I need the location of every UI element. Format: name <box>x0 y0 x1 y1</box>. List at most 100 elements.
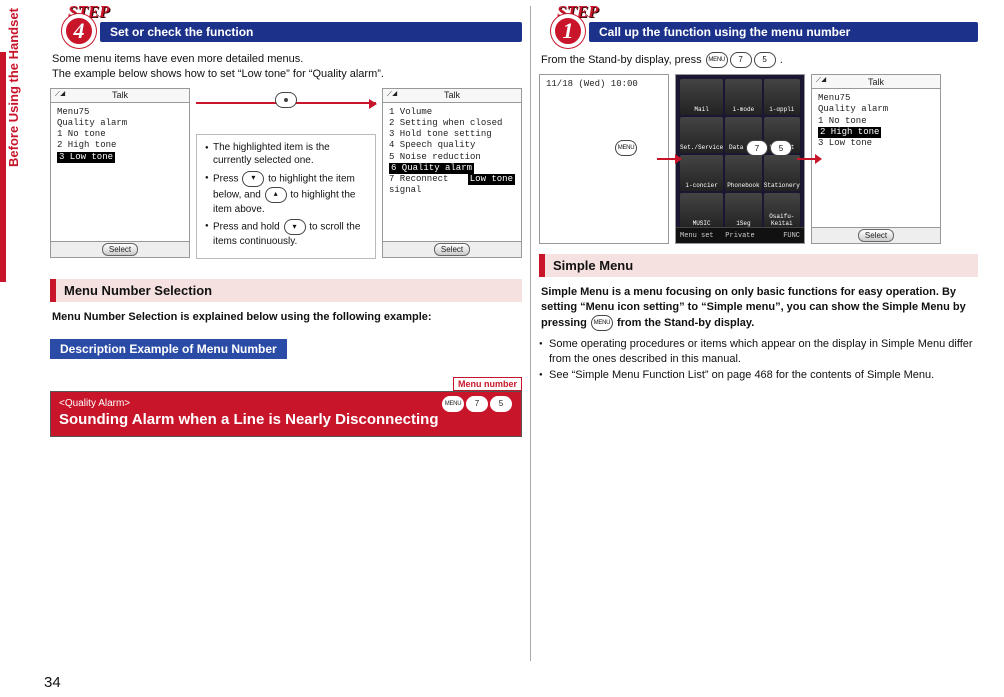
menu-key-icon: MENU <box>706 52 728 68</box>
three-screens: 11/18 (Wed) 10:00 Mail i-mode i-αppli Se… <box>539 74 978 244</box>
phone-a-lines: Menu75 Quality alarm 1 No tone 2 High to… <box>51 103 189 167</box>
phone-screen-b: ⟋◢ Talk 1 Volume 2 Setting when closed 3… <box>382 88 522 258</box>
middle-area: The highlighted item is the currently se… <box>196 88 376 269</box>
menu-bottom-bar: Menu set Private FUNC <box>676 227 804 243</box>
phone-b-talk: Talk <box>444 90 460 100</box>
phone-a-botbar: Select <box>51 241 189 257</box>
card-keys: MENU75 <box>441 396 513 412</box>
menu-stationery: Stationery <box>764 155 800 191</box>
key-7: 7 <box>466 396 488 412</box>
step-title: Call up the function using the menu numb… <box>599 25 850 39</box>
center-key-icon <box>275 92 297 108</box>
key-5: 5 <box>754 52 776 68</box>
key-7: 7 <box>730 52 752 68</box>
menu-setservice: Set./Service <box>680 117 723 153</box>
arrow-1: MENU <box>657 154 682 164</box>
note-box: The highlighted item is the currently se… <box>196 134 376 259</box>
step-title-bar: Call up the function using the menu numb… <box>589 22 978 42</box>
menu-key-icon: MENU <box>591 315 613 331</box>
select-button: Select <box>102 243 138 256</box>
select-button: Select <box>434 243 470 256</box>
note-2: Press ▾ to highlight the item below, and… <box>205 171 367 217</box>
result-lines: Menu75 Quality alarm 1 No tone 2 High to… <box>812 89 940 153</box>
side-tab-text: Before Using the Handset <box>6 8 21 167</box>
key-5: 5 <box>490 396 512 412</box>
step-title: Set or check the function <box>110 25 253 39</box>
result-botbar: Select <box>812 227 940 243</box>
note-3: Press and hold ▾ to scroll the items con… <box>205 219 367 249</box>
card-title: Sounding Alarm when a Line is Nearly Dis… <box>59 411 513 428</box>
menu-iconcier: i-concier <box>680 155 723 191</box>
main-menu-screen: Mail i-mode i-αppli Set./Service Data bo… <box>675 74 805 244</box>
standby-screen: 11/18 (Wed) 10:00 <box>539 74 669 244</box>
down-key-icon: ▾ <box>242 171 264 187</box>
right-column: STEP 1 Call up the function using the me… <box>533 0 984 667</box>
pb-i2: 3 Hold tone setting <box>389 129 515 140</box>
key-5: 5 <box>770 140 792 156</box>
signal-icon: ⟋◢ <box>387 91 398 99</box>
menu-number-block: Menu number MENU75 <Quality Alarm> Sound… <box>50 377 522 437</box>
intro-line-2: The example below shows how to set “Low … <box>52 67 520 82</box>
note-1: The highlighted item is the currently se… <box>205 141 367 168</box>
phone-a-opt3: 3 Low tone <box>57 152 183 163</box>
simple-menu-para: Simple Menu is a menu focusing on only b… <box>541 285 976 331</box>
step-title-bar: Set or check the function <box>100 22 522 42</box>
menu-number-selection-head: Menu Number Selection <box>50 279 522 302</box>
left-column: STEP 4 Set or check the function Some me… <box>44 0 528 667</box>
menu-key-icon: MENU <box>442 396 464 412</box>
bullet-2: See “Simple Menu Function List” on page … <box>539 368 978 383</box>
pb-i1: 2 Setting when closed <box>389 118 515 129</box>
mns-line: Menu Number Selection is explained below… <box>52 310 520 325</box>
pb-i4: 5 Noise reduction <box>389 152 515 163</box>
phone-a-talk: Talk <box>112 90 128 100</box>
phone-b-lines: 1 Volume 2 Setting when closed 3 Hold to… <box>383 103 521 201</box>
page-number: 34 <box>44 674 61 691</box>
phone-screen-a: ⟋◢ Talk Menu75 Quality alarm 1 No tone 2… <box>50 88 190 258</box>
menu-iappli: i-αppli <box>764 79 800 115</box>
phone-a-topbar: ⟋◢ Talk <box>51 89 189 103</box>
result-topbar: ⟋◢ Talk <box>812 75 940 89</box>
menu-number-tag: Menu number <box>453 377 522 391</box>
signal-icon: ⟋◢ <box>55 91 66 99</box>
quality-alarm-card: MENU75 <Quality Alarm> Sounding Alarm wh… <box>50 391 522 437</box>
simple-menu-head: Simple Menu <box>539 254 978 277</box>
phone-a-l1: Menu75 <box>57 107 183 118</box>
phone-a-opt2: 2 High tone <box>57 140 183 151</box>
key-7: 7 <box>746 140 768 156</box>
pb-i0: 1 Volume <box>389 107 515 118</box>
phone-b-topbar: ⟋◢ Talk <box>383 89 521 103</box>
screens-row: ⟋◢ Talk Menu75 Quality alarm 1 No tone 2… <box>50 88 522 269</box>
signal-icon: ⟋◢ <box>816 77 827 85</box>
menu-key-icon: MENU <box>615 140 637 156</box>
select-button: Select <box>858 229 894 242</box>
phone-b-botbar: Select <box>383 241 521 257</box>
intro-text: Some menu items have even more detailed … <box>52 52 520 82</box>
description-example-head: Description Example of Menu Number <box>50 339 287 359</box>
pb-i3: 4 Speech quality <box>389 140 515 151</box>
intro-line-1: Some menu items have even more detailed … <box>52 52 520 67</box>
step1-header: STEP 1 Call up the function using the me… <box>539 4 978 44</box>
bullet-1: Some operating procedures or items which… <box>539 337 978 367</box>
menu-imode: i-mode <box>725 79 761 115</box>
menu-osaifu: Osaifu-Keitai <box>764 193 800 229</box>
step-number-4: 4 <box>62 14 96 48</box>
step4-header: STEP 4 Set or check the function <box>50 4 522 44</box>
column-divider <box>530 6 531 661</box>
phone-a-l2: Quality alarm <box>57 118 183 129</box>
pb-i5: 6 Quality alarm Low tone <box>389 163 515 174</box>
right-instruction: From the Stand-by display, press MENU75 … <box>541 52 976 68</box>
standby-time: 11/18 (Wed) 10:00 <box>540 75 668 94</box>
scroll-key-icon: ▾ <box>284 219 306 235</box>
menu-1seg: 1Seg <box>725 193 761 229</box>
simple-menu-bullets: Some operating procedures or items which… <box>539 337 978 384</box>
step-number-1: 1 <box>551 14 585 48</box>
side-tab: Before Using the Handset <box>0 52 26 282</box>
menu-mail: Mail <box>680 79 723 115</box>
up-key-icon: ▴ <box>265 187 287 203</box>
menu-phonebook: Phonebook <box>725 155 761 191</box>
content-columns: STEP 4 Set or check the function Some me… <box>44 0 984 667</box>
result-screen: ⟋◢ Talk Menu75 Quality alarm 1 No tone 2… <box>811 74 941 244</box>
phone-a-opt1: 1 No tone <box>57 129 183 140</box>
arrow-2: 75 <box>797 154 822 164</box>
menu-music: MUSIC <box>680 193 723 229</box>
